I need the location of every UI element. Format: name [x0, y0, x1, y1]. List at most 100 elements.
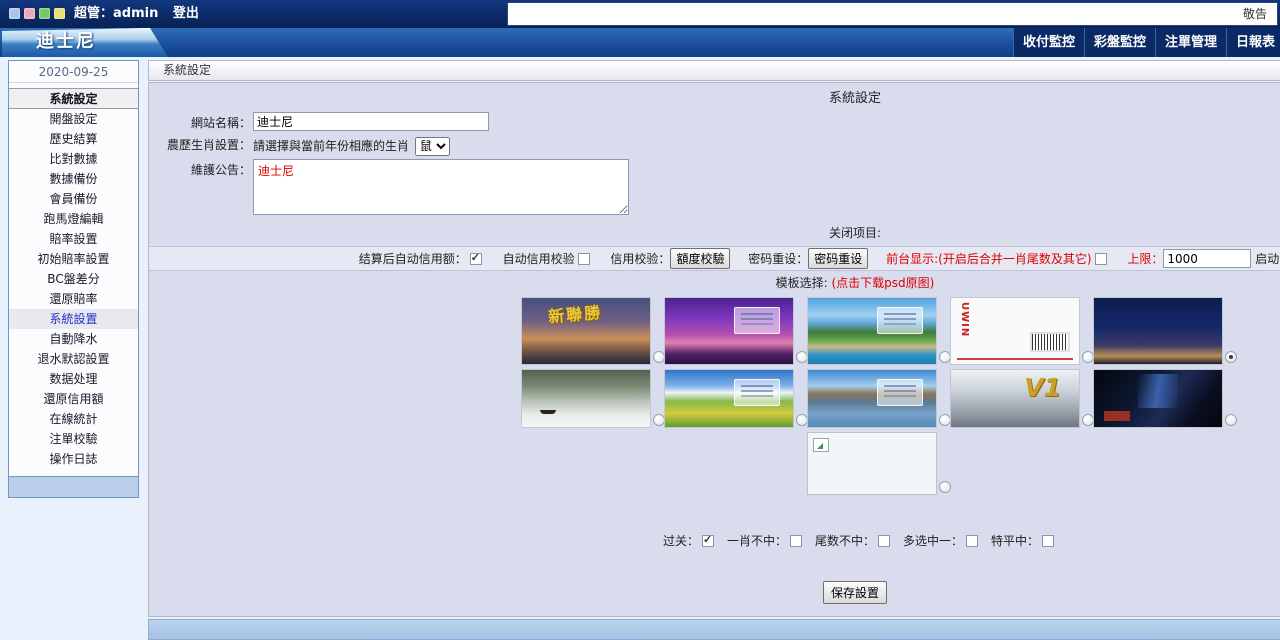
sidebar: 2020-09-25 系統設定 開盤設定歷史結算比對數據數據備份會員備份跑馬燈編…	[8, 60, 139, 498]
admin-label: 超管：admin	[74, 6, 158, 21]
pass-label: 特平中：	[991, 534, 1039, 548]
template-radio[interactable]	[939, 481, 951, 493]
template-tile: 新聯勝	[521, 297, 651, 365]
template-navy-city[interactable]	[1093, 297, 1223, 365]
pass-checkbox[interactable]	[966, 535, 978, 547]
pass-label: 多选中一：	[903, 534, 963, 548]
sidebar-item[interactable]: 操作日誌	[9, 449, 138, 469]
notice-textarea[interactable]: 迪士尼	[253, 159, 629, 215]
psd-download-link[interactable]: (点击下载psd原图)	[832, 276, 935, 290]
template-tile	[807, 369, 937, 428]
site-name-input[interactable]	[253, 112, 489, 131]
template-mountain-lake[interactable]	[807, 369, 937, 428]
template-radio[interactable]	[1225, 414, 1237, 426]
template-tile	[664, 297, 794, 365]
breadcrumb: 系統設定	[148, 60, 1280, 81]
sidebar-item[interactable]: 還原賠率	[9, 289, 138, 309]
logo-text: 迪士尼	[2, 28, 168, 55]
logout-link[interactable]: 登出	[173, 6, 199, 21]
login-panel-preview	[734, 307, 780, 334]
credit-check-label: 信用校验：	[610, 252, 670, 266]
zodiac-hint: 請選擇與當前年份相應的生肖	[253, 134, 409, 154]
front-display-label: 前台显示:(开启后合并一肖尾数及其它)	[886, 252, 1091, 266]
main-content: 系統設定 系統設定 網站名稱： 農歷生肖設置： 請選擇與當前年份相應的生肖 鼠	[148, 60, 1280, 640]
sidebar-item[interactable]: 賠率設置	[9, 229, 138, 249]
pwd-reset-label: 密码重设：	[748, 252, 808, 266]
window-dot	[54, 8, 65, 19]
template-tile	[807, 297, 937, 365]
template-v1-city[interactable]: V1	[950, 369, 1080, 428]
pass-checkbox[interactable]	[1042, 535, 1054, 547]
logo[interactable]: 迪士尼	[2, 28, 168, 57]
window-dot	[9, 8, 20, 19]
pass-checkbox[interactable]	[702, 535, 714, 547]
limit-input[interactable]	[1163, 249, 1251, 268]
nav-item[interactable]: 日報表	[1226, 28, 1280, 57]
announcement-text: 敬告	[1243, 7, 1267, 21]
nav-item[interactable]: 注單管理	[1155, 28, 1226, 57]
sidebar-footer	[9, 476, 138, 497]
template-grid: 新聯勝 UWIN V1	[521, 297, 1241, 495]
sidebar-item[interactable]: 注單校驗	[9, 429, 138, 449]
sidebar-item[interactable]: 開盤設定	[9, 109, 138, 129]
settle-label: 结算后自动信用额：	[359, 252, 467, 266]
sidebar-item[interactable]: 退水默認設置	[9, 349, 138, 369]
template-broken-image[interactable]	[807, 432, 937, 495]
nav-item[interactable]: 彩盤監控	[1084, 28, 1155, 57]
sidebar-item[interactable]: 系統設置	[9, 309, 138, 329]
auto-credit-label: 自动信用校验	[503, 252, 575, 266]
settings-band: 结算后自动信用额： 自动信用校验 信用校验：額度校驗 密码重设：密码重设 前台显…	[149, 246, 1280, 271]
sidebar-item[interactable]: 數據備份	[9, 169, 138, 189]
template-neon-night[interactable]	[1093, 369, 1223, 428]
template-tile	[521, 369, 651, 428]
limit-label: 上限：	[1127, 252, 1163, 266]
template-radio[interactable]	[1225, 351, 1237, 363]
sidebar-item[interactable]: 跑馬燈編輯	[9, 209, 138, 229]
content-footer-bar	[148, 619, 1280, 640]
zodiac-label: 農歷生肖設置：	[149, 134, 251, 153]
announcement-marquee: 敬告	[507, 2, 1278, 26]
sidebar-item[interactable]: 還原信用額	[9, 389, 138, 409]
template-hk-skyline[interactable]: 新聯勝	[521, 297, 651, 365]
window-dots	[9, 8, 69, 22]
sidebar-item[interactable]: BC盤差分	[9, 269, 138, 289]
template-tile	[1093, 369, 1223, 428]
limit-suffix: 启动收付统计中奖黄色标	[1255, 252, 1280, 266]
close-items-title: 关闭项目:	[149, 224, 1280, 242]
pass-checkbox[interactable]	[790, 535, 802, 547]
window-dot	[24, 8, 35, 19]
template-v1-city-text: V1	[1024, 373, 1061, 402]
login-panel-preview	[877, 379, 923, 406]
template-tile: UWIN	[950, 297, 1080, 365]
sidebar-item[interactable]: 初始賠率設置	[9, 249, 138, 269]
template-purple-city[interactable]	[664, 297, 794, 365]
zodiac-select[interactable]: 鼠	[415, 137, 450, 156]
sidebar-item[interactable]: 比對數據	[9, 149, 138, 169]
template-uwin[interactable]: UWIN	[950, 297, 1080, 365]
sidebar-item[interactable]: 数据处理	[9, 369, 138, 389]
template-misty-lake[interactable]	[521, 369, 651, 428]
sidebar-item[interactable]: 自動降水	[9, 329, 138, 349]
settle-checkbox[interactable]	[470, 253, 482, 265]
nav-item[interactable]: 收付監控	[1013, 28, 1084, 57]
sidebar-item[interactable]: 在線統計	[9, 409, 138, 429]
save-button[interactable]: 保存設置	[823, 581, 887, 604]
pass-label: 一肖不中：	[727, 534, 787, 548]
sidebar-item[interactable]: 會員備份	[9, 189, 138, 209]
template-green-field[interactable]	[664, 369, 794, 428]
front-display-checkbox[interactable]	[1095, 253, 1107, 265]
login-panel-preview	[877, 307, 923, 334]
window-dot	[39, 8, 50, 19]
sidebar-menu: 開盤設定歷史結算比對數據數據備份會員備份跑馬燈編輯賠率設置初始賠率設置BC盤差分…	[9, 109, 138, 469]
template-island[interactable]	[807, 297, 937, 365]
sidebar-item[interactable]: 歷史結算	[9, 129, 138, 149]
auto-credit-checkbox[interactable]	[578, 253, 590, 265]
form-section-title: 系統設定	[149, 89, 1280, 109]
template-tile	[664, 369, 794, 428]
template-hk-skyline-text: 新聯勝	[547, 298, 603, 327]
pwd-reset-button[interactable]: 密码重设	[808, 248, 868, 269]
template-tile	[1093, 297, 1223, 365]
site-name-label: 網站名稱：	[149, 112, 251, 131]
pass-checkbox[interactable]	[878, 535, 890, 547]
credit-check-button[interactable]: 額度校驗	[670, 248, 730, 269]
